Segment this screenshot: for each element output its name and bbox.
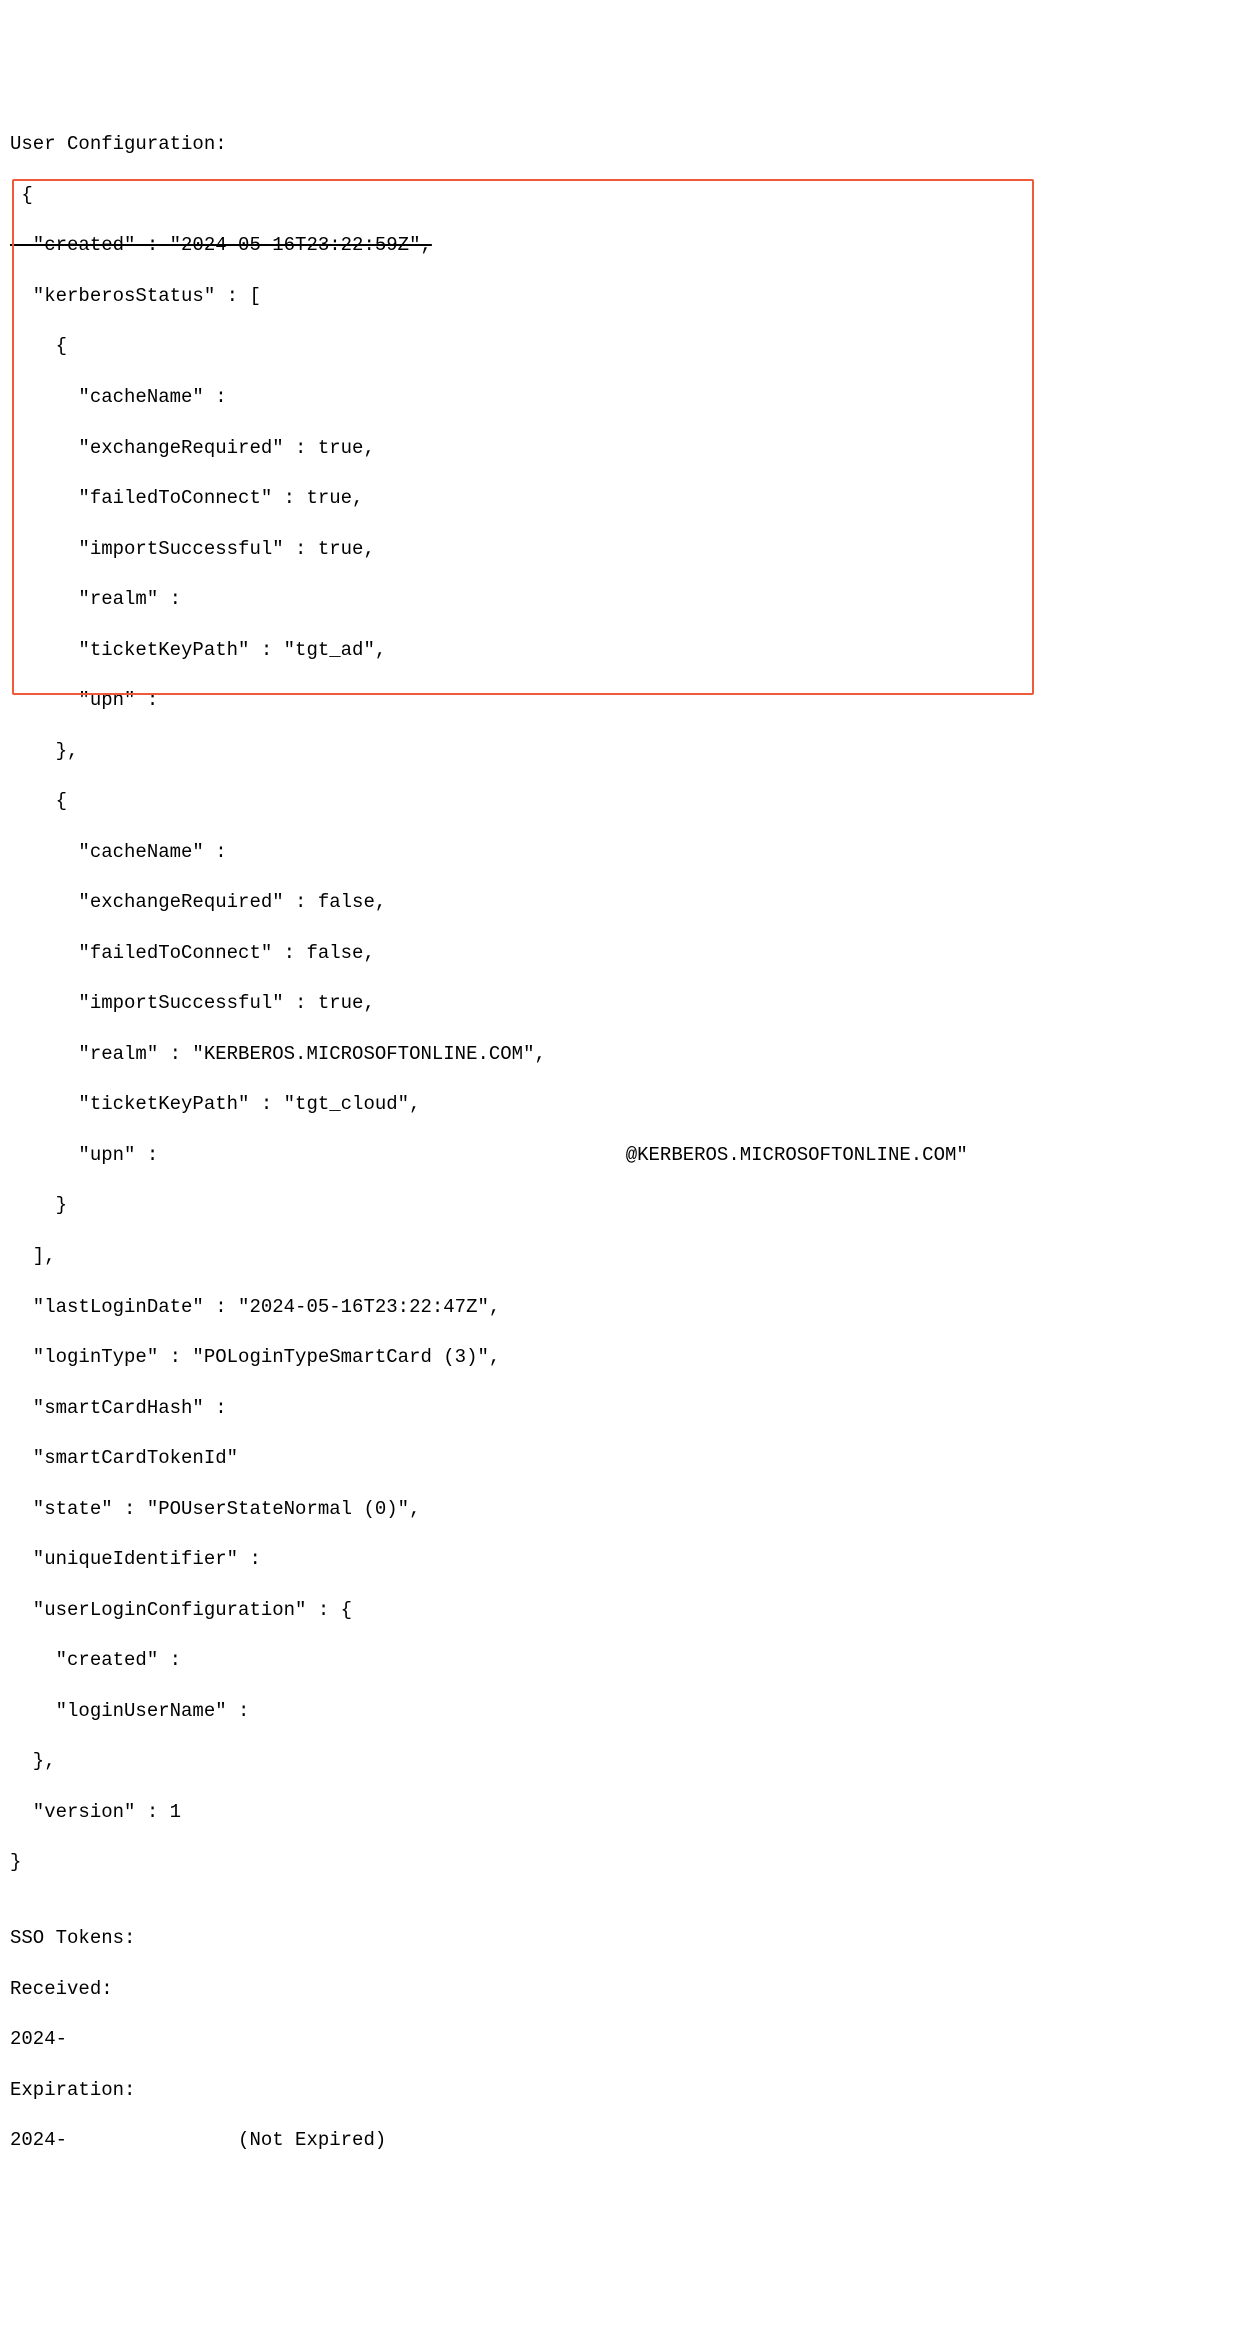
kerb2-ticketKeyPath: "ticketKeyPath" : "tgt_cloud",: [10, 1092, 1260, 1117]
kerberos-open: "kerberosStatus" : [: [10, 284, 1260, 309]
received-label: Received:: [10, 1977, 1260, 2002]
kerb1-close: },: [10, 739, 1260, 764]
kerb2-importSuccessful: "importSuccessful" : true,: [10, 991, 1260, 1016]
expiration-line: 2024- (Not Expired): [10, 2128, 1260, 2153]
ulc-open: "userLoginConfiguration" : {: [10, 1598, 1260, 1623]
ulc-created: "created" :: [10, 1648, 1260, 1673]
kerb2-realm: "realm" : "KERBEROS.MICROSOFTONLINE.COM"…: [10, 1042, 1260, 1067]
sso-tokens-label: SSO Tokens:: [10, 1926, 1260, 1951]
uniqueIdentifier: "uniqueIdentifier" :: [10, 1547, 1260, 1572]
loginType: "loginType" : "POLoginTypeSmartCard (3)"…: [10, 1345, 1260, 1370]
kerberos-close: ],: [10, 1244, 1260, 1269]
kerb1-cacheName: "cacheName" :: [10, 385, 1260, 410]
created-line: "created" : "2024-05-16T23:22:59Z",: [10, 233, 1260, 258]
json-open: {: [10, 183, 1260, 208]
kerb2-upn-suffix: @KERBEROS.MICROSOFTONLINE.COM": [626, 1144, 968, 1166]
kerb1-importSuccessful: "importSuccessful" : true,: [10, 537, 1260, 562]
ulc-loginUserName: "loginUserName" :: [10, 1699, 1260, 1724]
lastLoginDate: "lastLoginDate" : "2024-05-16T23:22:47Z"…: [10, 1295, 1260, 1320]
kerb1-ticketKeyPath: "ticketKeyPath" : "tgt_ad",: [10, 638, 1260, 663]
json-close: }: [10, 1850, 1260, 1875]
expiration-label: Expiration:: [10, 2078, 1260, 2103]
kerb2-failedToConnect: "failedToConnect" : false,: [10, 941, 1260, 966]
received-date: 2024-: [10, 2027, 1260, 2052]
kerb1-realm: "realm" :: [10, 587, 1260, 612]
kerb1-failedToConnect: "failedToConnect" : true,: [10, 486, 1260, 511]
version: "version" : 1: [10, 1800, 1260, 1825]
kerb2-upn-prefix: "upn" :: [10, 1144, 158, 1166]
state: "state" : "POUserStateNormal (0)",: [10, 1497, 1260, 1522]
kerb2-exchangeRequired: "exchangeRequired" : false,: [10, 890, 1260, 915]
smartCardHash: "smartCardHash" :: [10, 1396, 1260, 1421]
kerb1-open: {: [10, 334, 1260, 359]
smartCardTokenId: "smartCardTokenId": [10, 1446, 1260, 1471]
kerb2-upn: "upn" : @KERBEROS.MICROSOFTONLINE.COM": [10, 1143, 1260, 1168]
kerb1-upn: "upn" :: [10, 688, 1260, 713]
kerb2-close: }: [10, 1193, 1260, 1218]
kerb2-cacheName: "cacheName" :: [10, 840, 1260, 865]
ulc-close: },: [10, 1749, 1260, 1774]
log-output: User Configuration: { "created" : "2024-…: [0, 101, 1260, 2204]
kerb2-open: {: [10, 789, 1260, 814]
header-line: User Configuration:: [10, 132, 1260, 157]
kerb1-exchangeRequired: "exchangeRequired" : true,: [10, 436, 1260, 461]
